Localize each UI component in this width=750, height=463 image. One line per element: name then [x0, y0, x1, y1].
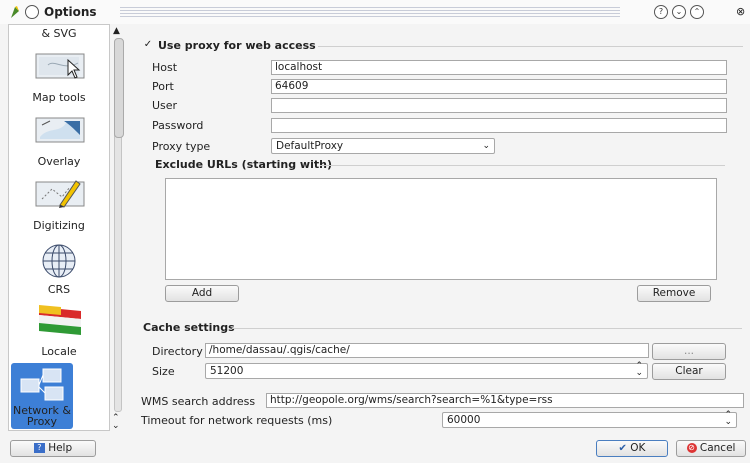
minimize-button[interactable]: ⌄	[672, 5, 686, 19]
help-icon: ?	[33, 443, 45, 453]
sidebar-item-network-proxy[interactable]: Network & Proxy	[11, 363, 73, 429]
sidebar-item-label: CRS	[47, 283, 71, 296]
port-input[interactable]: 64609	[271, 79, 727, 94]
timeout-spinbox[interactable]: 60000 ⌃ ⌄	[442, 411, 737, 428]
browse-button[interactable]: ...	[652, 343, 726, 360]
password-label: Password	[152, 119, 204, 132]
close-icon[interactable]: ⊗	[736, 5, 745, 18]
sidebar-item-label: Locale	[41, 345, 77, 358]
spin-arrows-icon[interactable]: ⌃ ⌄	[635, 362, 643, 378]
sidebar-item-label: & SVG	[41, 27, 77, 40]
ok-label: OK	[630, 442, 646, 454]
password-input[interactable]	[271, 118, 727, 133]
size-value: 51200	[210, 365, 244, 377]
scroll-up-arrow-icon[interactable]: ▲	[113, 26, 120, 36]
overlay-icon	[34, 115, 86, 148]
clear-button[interactable]: Clear	[652, 363, 726, 380]
host-input[interactable]: localhost	[271, 60, 727, 75]
user-input[interactable]	[271, 98, 727, 113]
proxy-type-select[interactable]: DefaultProxy ⌄	[271, 138, 495, 154]
window-menu-button[interactable]	[25, 5, 39, 19]
sidebar-item-label: Overlay	[37, 155, 81, 168]
ok-button[interactable]: ✔ OK	[596, 440, 668, 457]
help-button[interactable]: ? Help	[10, 440, 96, 457]
digitizing-icon	[34, 177, 86, 212]
proxy-type-label: Proxy type	[152, 140, 211, 153]
timeout-value: 60000	[447, 414, 481, 426]
wms-search-input[interactable]: http://geopole.org/wms/search?search=%1&…	[266, 393, 744, 408]
sidebar-item-svg[interactable]: & SVG	[9, 25, 109, 45]
title-bar-stripes	[120, 7, 620, 19]
sidebar-item-label: Network & Proxy	[12, 404, 71, 428]
host-label: Host	[152, 61, 178, 74]
cancel-icon: ⊘	[686, 443, 697, 453]
spin-arrows-icon[interactable]: ⌃ ⌄	[724, 411, 732, 427]
cancel-button[interactable]: ⊘ Cancel	[676, 440, 746, 457]
add-button[interactable]: Add	[165, 285, 239, 302]
chevron-down-icon: ⌄	[482, 141, 490, 151]
sidebar-item-digitizing[interactable]: Digitizing	[9, 175, 109, 237]
use-proxy-label: Use proxy for web access	[158, 39, 316, 52]
user-label: User	[152, 99, 178, 112]
flag-icon	[37, 305, 83, 344]
window-title: Options	[44, 5, 97, 19]
maximize-button[interactable]: ⌃	[690, 5, 704, 19]
section-divider	[232, 328, 742, 329]
globe-icon	[40, 243, 78, 282]
title-bar: Options ? ⌄ ⌃ ⊗	[0, 0, 750, 24]
size-spinbox[interactable]: 51200 ⌃ ⌄	[205, 362, 648, 379]
checkmark-icon: ✔	[618, 443, 627, 454]
wms-search-label: WMS search address	[141, 395, 256, 408]
section-divider	[320, 165, 725, 166]
sidebar-item-locale[interactable]: Locale	[9, 303, 109, 361]
scroll-arrows-icon[interactable]: ⌃ ⌄	[112, 414, 120, 431]
help-label: Help	[48, 442, 73, 454]
map-tools-icon	[34, 51, 86, 84]
sidebar-item-label: Digitizing	[33, 219, 85, 232]
scrollbar-thumb[interactable]	[114, 38, 124, 138]
network-icon	[19, 367, 65, 406]
section-divider	[318, 46, 743, 47]
qgis-logo-icon	[9, 5, 21, 22]
sidebar-item-overlay[interactable]: Overlay	[9, 111, 109, 173]
sidebar-item-crs[interactable]: CRS	[9, 239, 109, 301]
timeout-label: Timeout for network requests (ms)	[141, 414, 333, 427]
exclude-urls-list[interactable]	[165, 178, 717, 280]
remove-button[interactable]: Remove	[637, 285, 711, 302]
sidebar-item-map-tools[interactable]: Map tools	[9, 47, 109, 109]
cache-settings-label: Cache settings	[143, 321, 235, 334]
directory-input[interactable]: /home/dassau/.qgis/cache/	[205, 343, 649, 358]
cancel-label: Cancel	[699, 442, 736, 454]
options-sidebar: & SVG Map tools Overlay Digitizing CRS L…	[8, 24, 110, 431]
sidebar-item-label: Map tools	[32, 91, 86, 104]
sidebar-scrollbar[interactable]: ▲ ⌃ ⌄	[110, 24, 126, 431]
directory-label: Directory	[152, 345, 203, 358]
size-label: Size	[152, 365, 175, 378]
use-proxy-checkbox[interactable]: ✓	[143, 40, 153, 50]
exclude-urls-label: Exclude URLs (starting with)	[155, 158, 332, 171]
proxy-type-value: DefaultProxy	[276, 140, 344, 152]
help-title-button[interactable]: ?	[654, 5, 668, 19]
port-label: Port	[152, 80, 174, 93]
